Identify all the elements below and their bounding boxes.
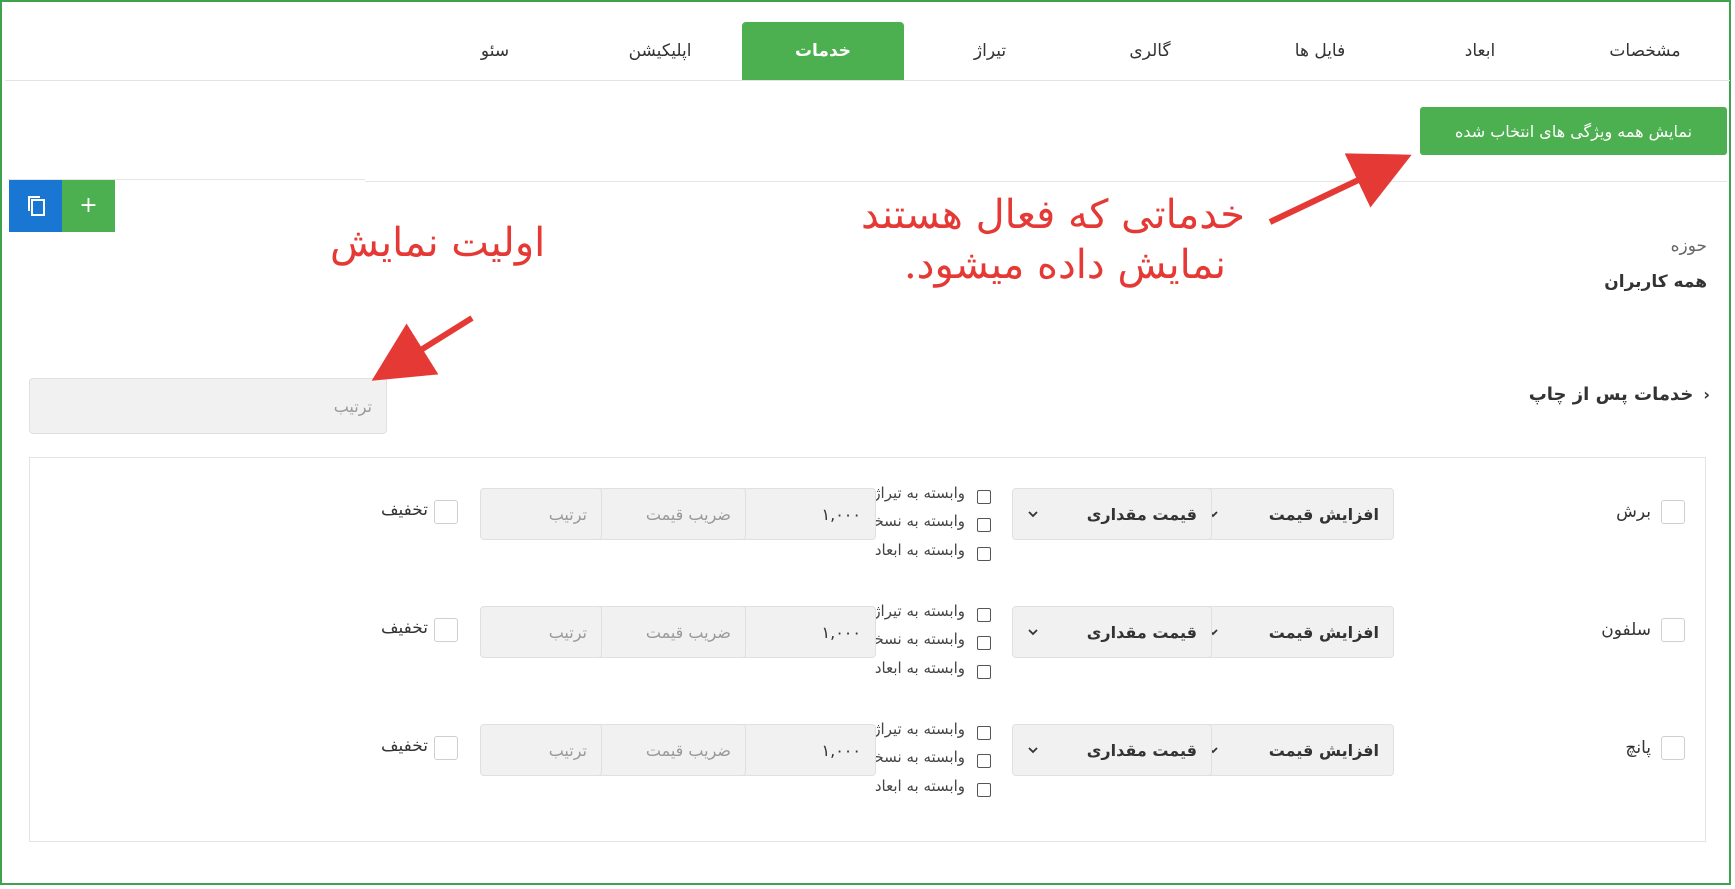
arrow-to-button: [1268, 153, 1412, 225]
arrow-to-order: [371, 315, 474, 381]
annotation-arrows: [371, 153, 1412, 381]
